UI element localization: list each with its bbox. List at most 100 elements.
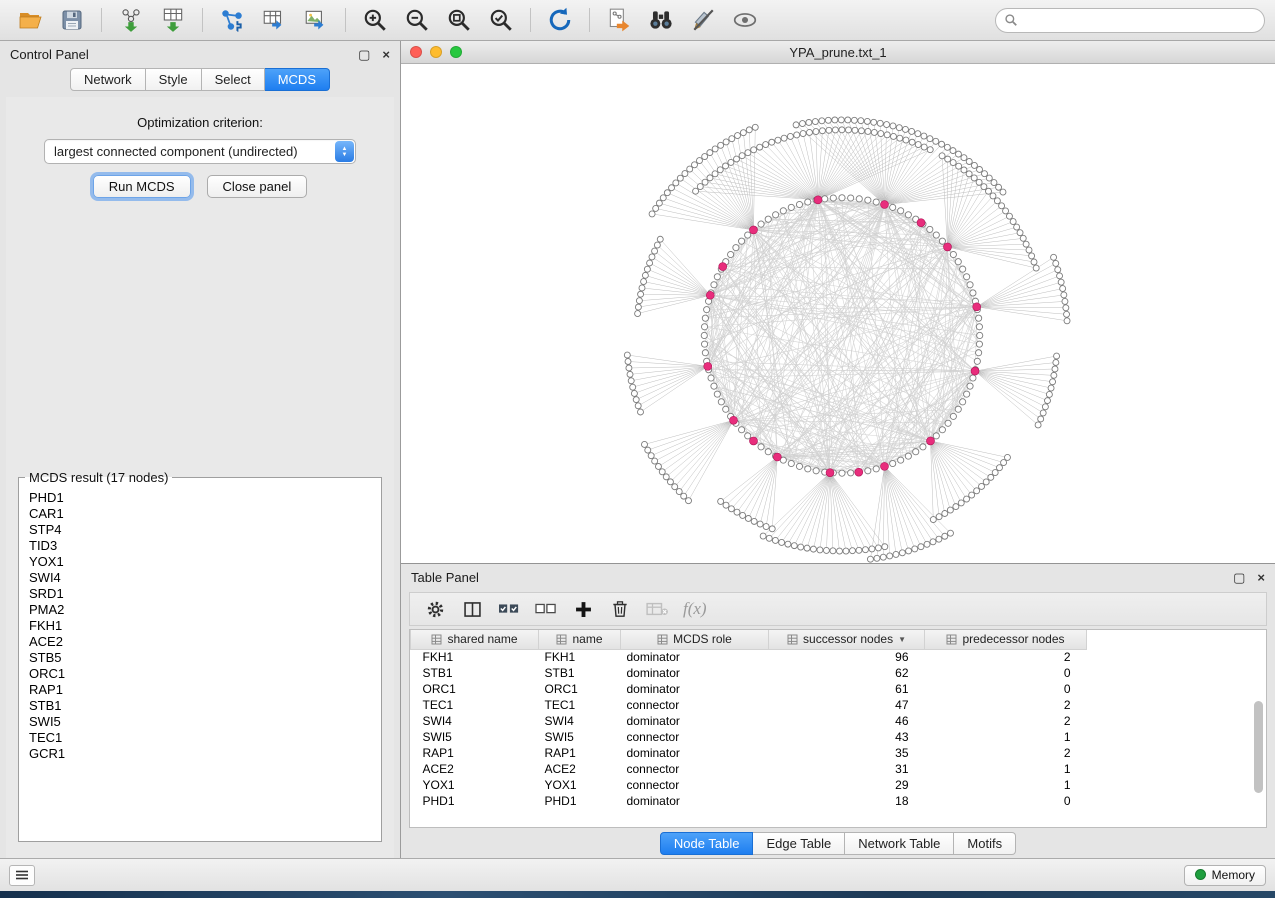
table-row[interactable]: PHD1PHD1dominator180 (411, 793, 1087, 809)
column-header-successor-nodes[interactable]: successor nodes ▼ (769, 630, 925, 649)
table-row[interactable]: ORC1ORC1dominator610 (411, 681, 1087, 697)
refresh-layout-icon[interactable] (540, 4, 580, 36)
import-network-from-file-icon[interactable] (111, 4, 151, 36)
table-cell-predecessors[interactable]: 0 (925, 681, 1087, 697)
table-row[interactable]: STB1STB1dominator620 (411, 665, 1087, 681)
zoom-out-icon[interactable] (397, 4, 437, 36)
mcds-result-item[interactable]: TEC1 (29, 730, 371, 746)
tab-node-table[interactable]: Node Table (660, 832, 754, 855)
node-table-container[interactable]: shared name name MCDS role successor n (409, 629, 1267, 828)
table-cell-role[interactable]: connector (621, 761, 769, 777)
table-row[interactable]: YOX1YOX1connector291 (411, 777, 1087, 793)
table-cell-successors[interactable]: 61 (769, 681, 925, 697)
table-settings-gear-icon[interactable] (420, 595, 450, 623)
scrollbar-thumb[interactable] (1254, 701, 1263, 793)
tab-mcds[interactable]: MCDS (265, 68, 330, 91)
table-cell-shared_name[interactable]: YOX1 (411, 777, 539, 793)
zoom-selected-icon[interactable] (481, 4, 521, 36)
table-cell-role[interactable]: connector (621, 729, 769, 745)
mcds-result-item[interactable]: STP4 (29, 522, 371, 538)
table-cell-predecessors[interactable]: 1 (925, 761, 1087, 777)
search-input[interactable] (995, 8, 1265, 33)
table-cell-successors[interactable]: 96 (769, 649, 925, 665)
table-cell-predecessors[interactable]: 0 (925, 793, 1087, 809)
table-cell-shared_name[interactable]: ACE2 (411, 761, 539, 777)
mcds-result-item[interactable]: PHD1 (29, 490, 371, 506)
table-row[interactable]: RAP1RAP1dominator352 (411, 745, 1087, 761)
mcds-result-item[interactable]: GCR1 (29, 746, 371, 762)
zoom-fit-icon[interactable] (439, 4, 479, 36)
maximize-window-icon[interactable] (450, 46, 462, 58)
table-cell-successors[interactable]: 29 (769, 777, 925, 793)
select-all-icon[interactable] (494, 595, 524, 623)
table-row[interactable]: TEC1TEC1connector472 (411, 697, 1087, 713)
mcds-result-item[interactable]: ORC1 (29, 666, 371, 682)
mcds-result-item[interactable]: SRD1 (29, 586, 371, 602)
mcds-result-item[interactable]: YOX1 (29, 554, 371, 570)
table-cell-successors[interactable]: 31 (769, 761, 925, 777)
table-cell-shared_name[interactable]: PHD1 (411, 793, 539, 809)
table-scrollbar[interactable] (1254, 654, 1263, 821)
show-columns-icon[interactable] (457, 595, 487, 623)
column-header-shared-name[interactable]: shared name (411, 630, 539, 649)
tab-edge-table[interactable]: Edge Table (753, 832, 845, 855)
table-cell-predecessors[interactable]: 2 (925, 745, 1087, 761)
network-graph[interactable] (401, 64, 1275, 563)
table-cell-successors[interactable]: 43 (769, 729, 925, 745)
mcds-result-item[interactable]: STB5 (29, 650, 371, 666)
table-cell-role[interactable]: connector (621, 777, 769, 793)
tab-network-table[interactable]: Network Table (845, 832, 954, 855)
duplicate-network-icon[interactable] (599, 4, 639, 36)
float-panel-icon[interactable]: ▢ (358, 48, 370, 61)
table-cell-role[interactable]: dominator (621, 649, 769, 665)
deselect-all-icon[interactable] (531, 595, 561, 623)
save-session-icon[interactable] (52, 4, 92, 36)
close-table-panel-icon[interactable]: × (1257, 571, 1265, 584)
table-cell-role[interactable]: connector (621, 697, 769, 713)
mcds-result-item[interactable]: PMA2 (29, 602, 371, 618)
table-cell-successors[interactable]: 62 (769, 665, 925, 681)
table-cell-shared_name[interactable]: STB1 (411, 665, 539, 681)
memory-button[interactable]: Memory (1184, 865, 1266, 886)
new-table-icon[interactable] (254, 4, 294, 36)
status-menu-icon[interactable] (9, 865, 35, 886)
column-header-predecessor-nodes[interactable]: predecessor nodes (925, 630, 1087, 649)
table-cell-predecessors[interactable]: 2 (925, 697, 1087, 713)
table-cell-name[interactable]: YOX1 (539, 777, 621, 793)
clear-style-icon[interactable] (683, 4, 723, 36)
mcds-result-item[interactable]: ACE2 (29, 634, 371, 650)
column-header-name[interactable]: name (539, 630, 621, 649)
table-cell-role[interactable]: dominator (621, 745, 769, 761)
mcds-result-item[interactable]: SWI5 (29, 714, 371, 730)
table-cell-role[interactable]: dominator (621, 665, 769, 681)
float-table-panel-icon[interactable]: ▢ (1233, 571, 1245, 584)
table-cell-name[interactable]: SWI4 (539, 713, 621, 729)
table-cell-name[interactable]: STB1 (539, 665, 621, 681)
table-cell-successors[interactable]: 35 (769, 745, 925, 761)
close-panel-icon[interactable]: × (382, 48, 390, 61)
export-image-icon[interactable] (296, 4, 336, 36)
search-network-icon[interactable] (641, 4, 681, 36)
new-network-icon[interactable] (212, 4, 252, 36)
import-table-from-file-icon[interactable] (153, 4, 193, 36)
table-row[interactable]: ACE2ACE2connector311 (411, 761, 1087, 777)
table-cell-name[interactable]: FKH1 (539, 649, 621, 665)
mcds-result-item[interactable]: TID3 (29, 538, 371, 554)
table-cell-name[interactable]: ACE2 (539, 761, 621, 777)
table-cell-shared_name[interactable]: RAP1 (411, 745, 539, 761)
tab-motifs[interactable]: Motifs (954, 832, 1016, 855)
mcds-result-item[interactable]: RAP1 (29, 682, 371, 698)
run-mcds-button[interactable]: Run MCDS (93, 175, 191, 198)
table-cell-role[interactable]: dominator (621, 713, 769, 729)
delete-column-icon[interactable] (605, 595, 635, 623)
minimize-window-icon[interactable] (430, 46, 442, 58)
table-cell-predecessors[interactable]: 0 (925, 665, 1087, 681)
table-cell-predecessors[interactable]: 1 (925, 729, 1087, 745)
mcds-result-item[interactable]: STB1 (29, 698, 371, 714)
open-session-icon[interactable] (10, 4, 50, 36)
table-cell-shared_name[interactable]: FKH1 (411, 649, 539, 665)
table-cell-shared_name[interactable]: ORC1 (411, 681, 539, 697)
mcds-result-list[interactable]: PHD1CAR1STP4TID3YOX1SWI4SRD1PMA2FKH1ACE2… (21, 487, 379, 765)
close-panel-button[interactable]: Close panel (207, 175, 308, 198)
table-cell-name[interactable]: SWI5 (539, 729, 621, 745)
